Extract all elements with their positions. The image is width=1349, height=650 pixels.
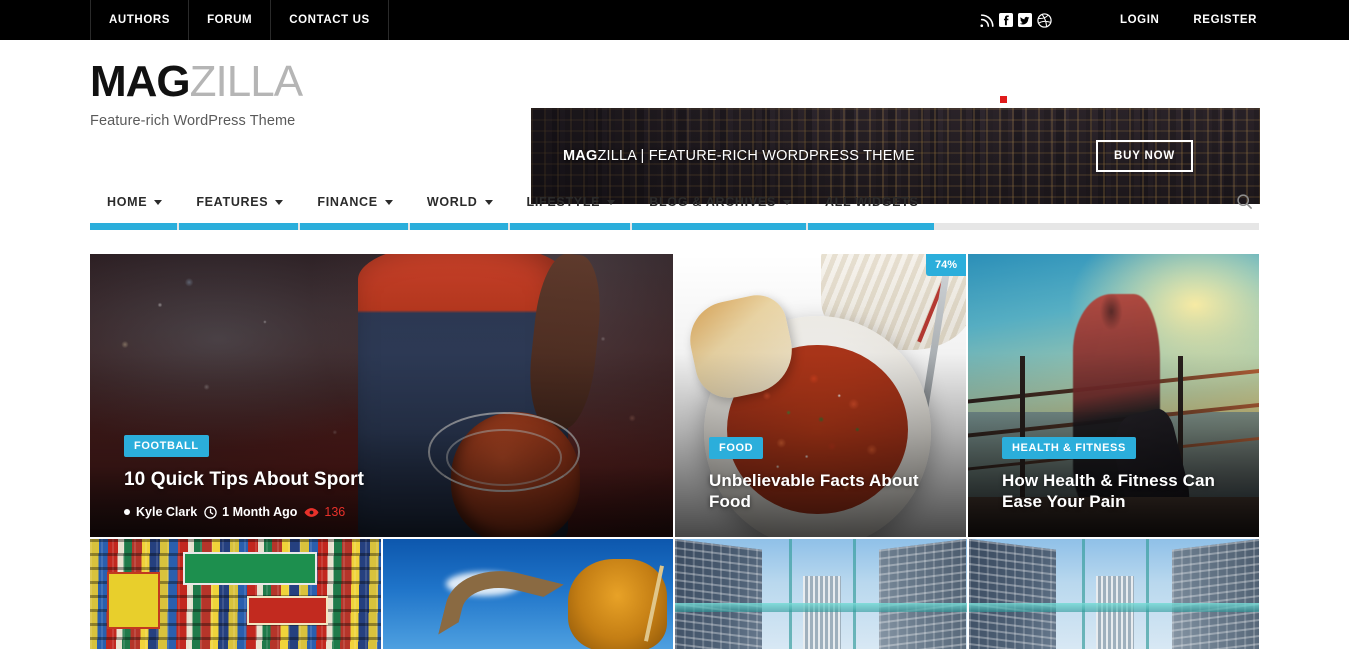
- center-tower: [1096, 576, 1135, 649]
- register-link[interactable]: REGISTER: [1193, 14, 1257, 26]
- view-count: 136: [324, 505, 346, 519]
- topbar-link-contact-us[interactable]: CONTACT US: [271, 0, 389, 40]
- thumbnail-card-hongkong[interactable]: [90, 539, 381, 649]
- thumbnail-card-skyscraper-2[interactable]: [968, 539, 1259, 649]
- football-card-meta: Kyle Clark 1 Month Ago 136: [124, 505, 649, 519]
- top-bar: AUTHORS FORUM CONTACT US LOGIN REGISTER: [0, 0, 1349, 40]
- post-date: 1 Month Ago: [222, 505, 298, 519]
- neon-sign-red: [246, 596, 329, 625]
- fitness-card-body: HEALTH & FITNESS How Health & Fitness Ca…: [1002, 436, 1235, 513]
- center-tower: [803, 576, 842, 649]
- top-bar-links: AUTHORS FORUM CONTACT US: [90, 0, 389, 40]
- nav-items: HOME FEATURES FINANCE WORLD LIFESTYLE BL…: [90, 180, 936, 230]
- author-dot-icon: [124, 509, 130, 515]
- food-card-title[interactable]: Unbelievable Facts About Food: [709, 470, 942, 513]
- food-card-body: FOOD Unbelievable Facts About Food: [709, 436, 942, 513]
- horn-sky-photo: [382, 539, 673, 649]
- glass-mullion-right: [1145, 539, 1149, 649]
- category-badge-health-fitness[interactable]: HEALTH & FITNESS: [1002, 436, 1136, 459]
- nav-label-lifestyle: LIFESTYLE: [526, 194, 601, 209]
- featured-row-primary: FOOTBALL 10 Quick Tips About Sport Kyle …: [90, 254, 1259, 537]
- building-left: [968, 539, 1056, 649]
- rss-icon[interactable]: [980, 13, 995, 28]
- top-bar-right: LOGIN REGISTER: [980, 0, 1349, 40]
- nav-item-features[interactable]: FEATURES: [179, 180, 300, 230]
- building-right: [1171, 539, 1259, 649]
- neon-sign-yellow: [107, 572, 160, 630]
- featured-card-fitness[interactable]: HEALTH & FITNESS How Health & Fitness Ca…: [968, 254, 1259, 537]
- glass-beam: [675, 602, 967, 612]
- hongkong-signs-photo: [90, 539, 381, 649]
- nav-label-finance: FINANCE: [317, 194, 378, 209]
- football-card-body: FOOTBALL 10 Quick Tips About Sport Kyle …: [124, 434, 649, 519]
- logo-primary: MAG: [90, 57, 191, 106]
- notification-dot: [1000, 96, 1007, 103]
- shofar-horn: [438, 557, 565, 649]
- category-badge-food[interactable]: FOOD: [709, 436, 764, 459]
- featured-card-football[interactable]: FOOTBALL 10 Quick Tips About Sport Kyle …: [90, 254, 673, 537]
- banner-headline-bold: MAG: [563, 148, 598, 164]
- site-header: MAGZILLA Feature-rich WordPress Theme MA…: [0, 40, 1349, 204]
- nav-label-world: WORLD: [426, 194, 478, 209]
- chevron-down-icon: [275, 200, 284, 205]
- football-card-title[interactable]: 10 Quick Tips About Sport: [124, 468, 649, 492]
- social-icons: [980, 12, 1052, 28]
- nav-item-finance[interactable]: FINANCE: [300, 180, 409, 230]
- featured-row-secondary: [90, 539, 1259, 649]
- logo-text: MAGZILLA: [90, 57, 303, 106]
- thumbnail-card-skyscraper[interactable]: [675, 539, 967, 649]
- clock-icon: [204, 505, 217, 519]
- glass-mullion-right: [852, 539, 856, 649]
- nav-label-blog-archives: BLOG & ARCHIVES: [649, 194, 776, 209]
- glass-beam: [968, 602, 1259, 612]
- buy-now-button[interactable]: BUY NOW: [1096, 140, 1193, 172]
- category-badge-football[interactable]: FOOTBALL: [124, 434, 209, 457]
- building-left: [675, 539, 763, 649]
- banner-headline-rest: ZILLA | FEATURE-RICH WORDPRESS THEME: [597, 148, 915, 164]
- dribbble-icon[interactable]: [1037, 12, 1052, 28]
- chevron-down-icon: [484, 200, 493, 205]
- twitter-icon[interactable]: [1018, 13, 1033, 28]
- fitness-card-title[interactable]: How Health & Fitness Can Ease Your Pain: [1002, 470, 1235, 513]
- logo-secondary: ZILLA: [189, 57, 303, 106]
- thumbnail-card-horn[interactable]: [382, 539, 673, 649]
- search-button[interactable]: [1230, 193, 1259, 210]
- nav-item-home[interactable]: HOME: [90, 180, 179, 230]
- facebook-icon[interactable]: [999, 13, 1014, 28]
- topbar-link-authors[interactable]: AUTHORS: [91, 0, 190, 40]
- date-group: 1 Month Ago: [204, 505, 297, 519]
- featured-card-food[interactable]: 74% FOOD Unbelievable Facts About Food: [675, 254, 966, 537]
- glass-mullion-left: [788, 539, 792, 649]
- chevron-down-icon: [782, 200, 791, 205]
- building-right: [879, 539, 967, 649]
- author-group: Kyle Clark: [124, 505, 197, 519]
- nav-label-features: FEATURES: [196, 194, 269, 209]
- chevron-down-icon: [607, 200, 616, 205]
- login-link[interactable]: LOGIN: [1120, 14, 1159, 26]
- banner-headline: MAGZILLA | FEATURE-RICH WORDPRESS THEME: [563, 148, 915, 164]
- nav-item-world[interactable]: WORLD: [409, 180, 510, 230]
- nav-item-all-widgets[interactable]: ALL WIDGETS: [807, 180, 936, 230]
- site-logo[interactable]: MAGZILLA Feature-rich WordPress Theme: [90, 57, 303, 130]
- chevron-down-icon: [384, 200, 393, 205]
- main-navigation: HOME FEATURES FINANCE WORLD LIFESTYLE BL…: [90, 180, 1259, 230]
- author-name[interactable]: Kyle Clark: [136, 505, 197, 519]
- search-icon: [1237, 194, 1252, 209]
- logo-tagline: Feature-rich WordPress Theme: [90, 113, 296, 129]
- eye-icon: [304, 507, 319, 517]
- featured-grid: FOOTBALL 10 Quick Tips About Sport Kyle …: [90, 254, 1259, 649]
- nav-label-all-widgets: ALL WIDGETS: [824, 194, 919, 209]
- chevron-down-icon: [154, 200, 163, 205]
- views-group: 136: [304, 505, 345, 519]
- nav-label-home: HOME: [107, 194, 148, 209]
- neon-sign-green: [182, 552, 317, 586]
- score-badge: 74%: [925, 254, 966, 276]
- skyscraper-photo-2: [968, 539, 1259, 649]
- glass-mullion-left: [1081, 539, 1085, 649]
- skyscraper-photo: [675, 539, 967, 649]
- topbar-link-forum[interactable]: FORUM: [189, 0, 272, 40]
- nav-item-blog-archives[interactable]: BLOG & ARCHIVES: [632, 180, 808, 230]
- nav-item-lifestyle[interactable]: LIFESTYLE: [509, 180, 633, 230]
